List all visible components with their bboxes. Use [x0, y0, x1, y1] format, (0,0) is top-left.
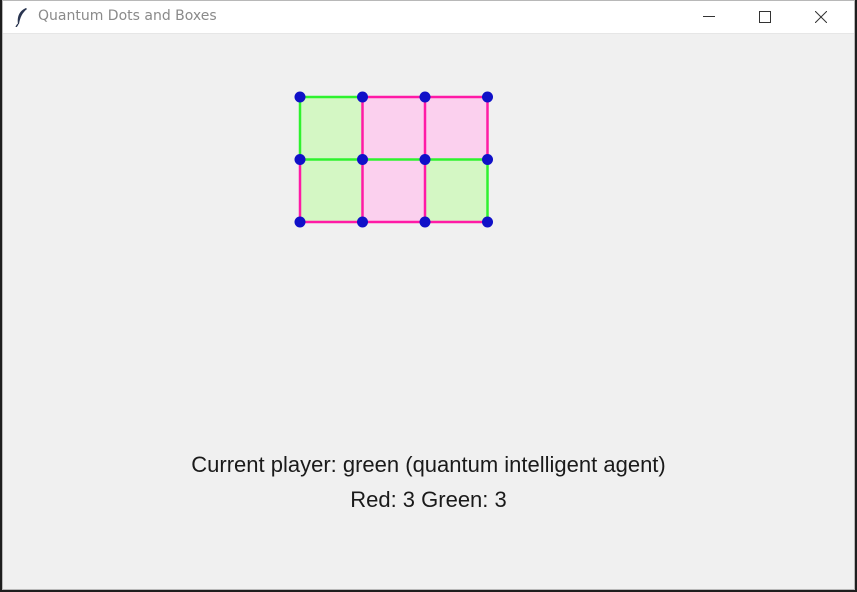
maximize-icon — [759, 11, 771, 23]
dot — [482, 91, 493, 103]
window-title: Quantum Dots and Boxes — [38, 8, 217, 24]
dot — [294, 91, 306, 103]
close-button[interactable] — [798, 1, 844, 33]
dot — [482, 154, 493, 165]
minimize-icon — [703, 16, 715, 17]
box-red — [362, 159, 425, 222]
score-label: Red: 3 Green: 3 — [350, 487, 507, 512]
box-green — [300, 97, 363, 160]
game-canvas[interactable]: Current player: green (quantum intellige… — [3, 33, 854, 589]
dot — [482, 216, 493, 228]
box-green — [300, 159, 363, 222]
dot — [294, 154, 306, 165]
dot — [357, 154, 368, 165]
dot — [419, 91, 431, 103]
dot — [294, 216, 306, 228]
title-bar[interactable]: Quantum Dots and Boxes — [3, 1, 854, 34]
dot — [357, 216, 368, 228]
box-green — [425, 159, 488, 222]
maximize-button[interactable] — [742, 1, 788, 33]
dot — [419, 154, 431, 165]
feather-icon — [15, 8, 27, 27]
box-red — [425, 97, 488, 160]
dot — [357, 91, 368, 103]
minimize-button[interactable] — [686, 1, 732, 33]
dot — [419, 216, 431, 228]
close-icon — [815, 11, 827, 23]
app-window: Quantum Dots and Boxes Current player: g… — [2, 0, 855, 590]
box-red — [362, 97, 425, 160]
current-player-label: Current player: green (quantum intellige… — [191, 452, 666, 477]
